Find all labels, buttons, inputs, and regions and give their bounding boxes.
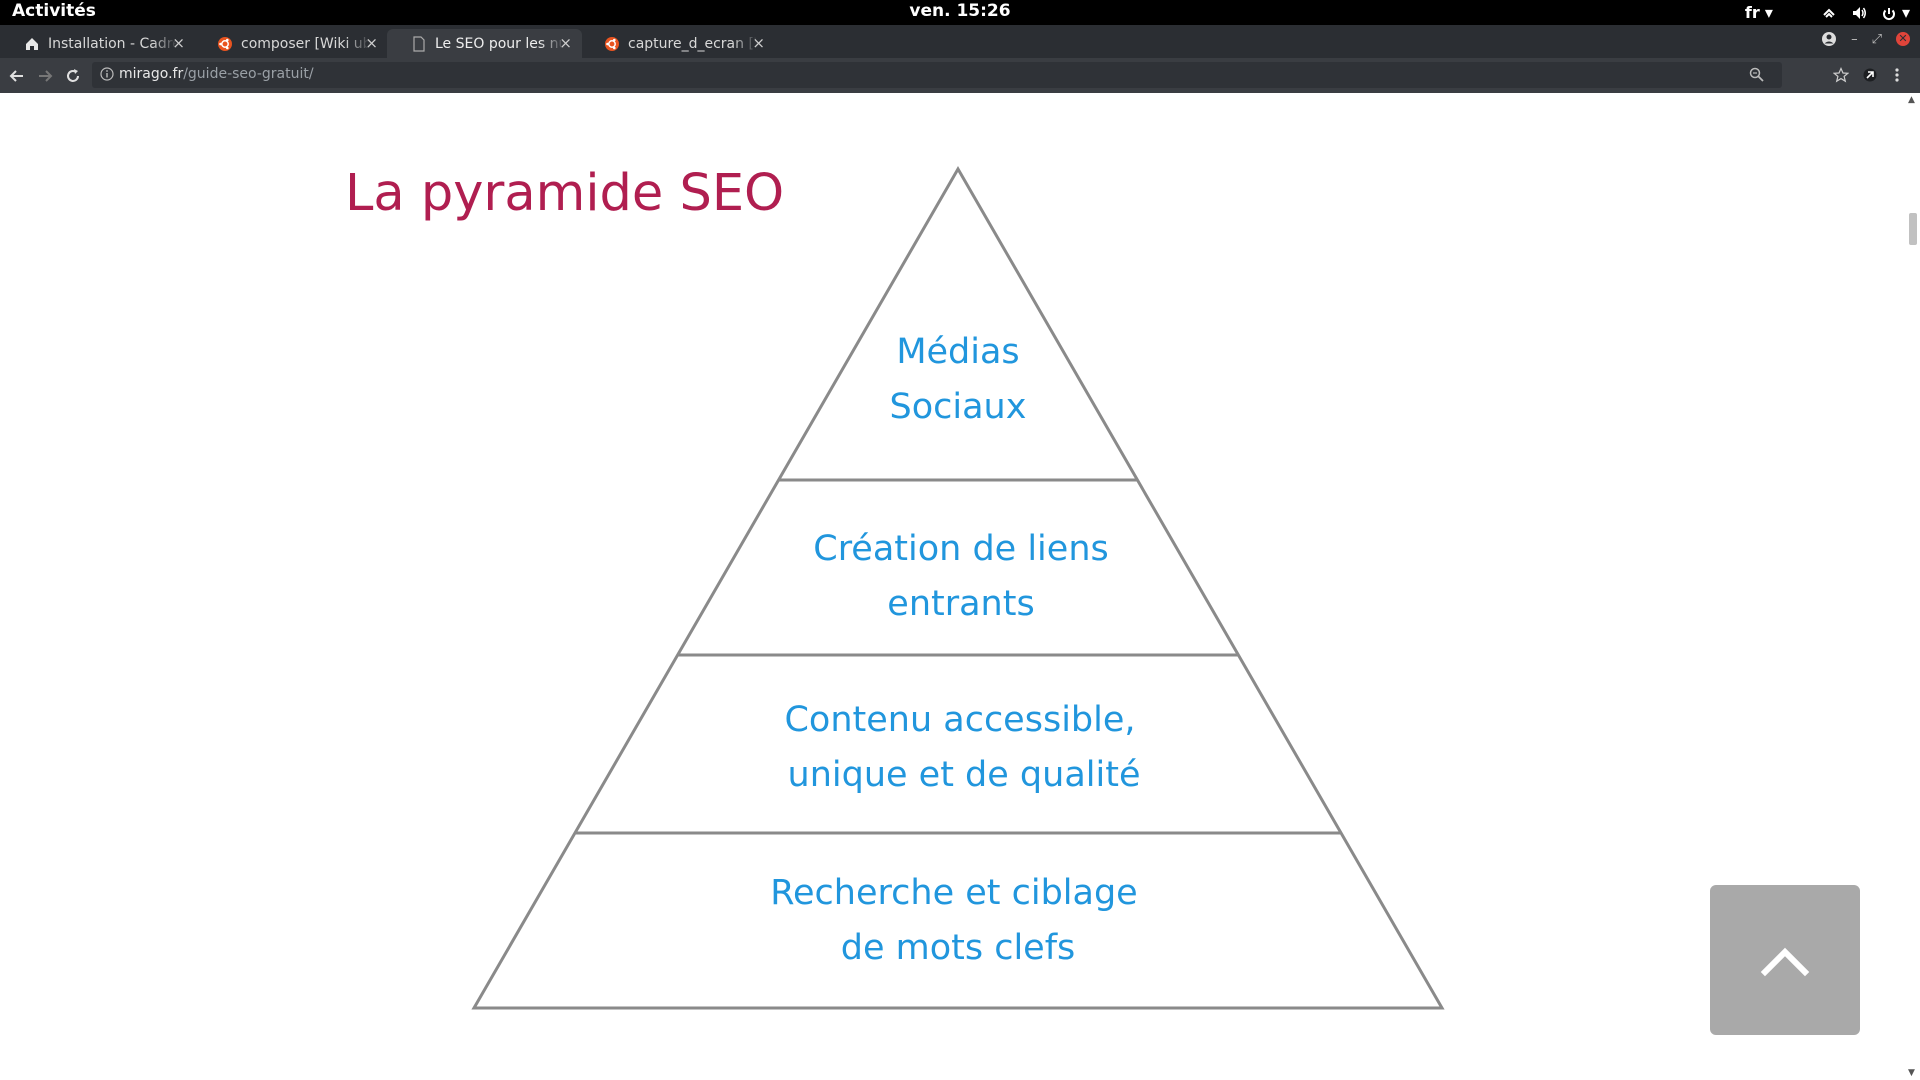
page-viewport: La pyramide SEO Médias Sociaux Création … <box>0 93 1905 1080</box>
clock[interactable]: ven. 15:26 <box>0 1 1920 21</box>
pyramid-level-3-line-2: unique et de qualité <box>788 755 1141 795</box>
window-controls: – ⤢ ✕ <box>1821 31 1910 47</box>
tab-close-icon[interactable]: × <box>365 34 378 52</box>
arrow-left-icon <box>9 70 23 82</box>
language-label: fr <box>1744 3 1760 22</box>
scroll-up-arrow-icon[interactable]: ▲ <box>1908 95 1915 105</box>
chevron-down-icon: ▾ <box>1901 3 1910 22</box>
pyramid-level-3-line-1: Contenu accessible, <box>784 700 1135 740</box>
tab-title: composer [Wiki ubu <box>241 35 371 52</box>
minimize-icon[interactable]: – <box>1851 32 1858 47</box>
back-button[interactable] <box>6 65 28 87</box>
profile-icon[interactable] <box>1821 31 1837 47</box>
volume-icon <box>1852 6 1866 19</box>
ubuntu-favicon-icon <box>217 36 233 52</box>
tab-strip: Installation - Cadre × composer [Wiki ub… <box>0 25 1920 58</box>
ubuntu-favicon-icon <box>604 36 620 52</box>
zoom-icon[interactable] <box>1749 67 1764 82</box>
scroll-down-arrow-icon[interactable]: ▼ <box>1908 1068 1915 1078</box>
info-icon[interactable] <box>100 67 114 81</box>
tab-close-icon[interactable]: × <box>752 34 765 52</box>
close-window-icon[interactable]: ✕ <box>1896 32 1910 46</box>
url-text: mirago.fr/guide-seo-gratuit/ <box>119 66 314 82</box>
extension-icon[interactable] <box>1862 67 1878 83</box>
tab-composer[interactable]: composer [Wiki ubu × <box>193 29 388 58</box>
pyramid-level-4-line-2: de mots clefs <box>841 928 1076 968</box>
tab-close-icon[interactable]: × <box>172 34 185 52</box>
page-favicon-icon <box>411 35 427 52</box>
tab-title: capture_d_ecran [W <box>628 35 758 52</box>
pyramid-level-1-line-2: Sociaux <box>890 387 1027 427</box>
page-scrollbar[interactable]: ▲ ▼ <box>1905 93 1920 1080</box>
tab-title: Le SEO pour les nul <box>435 35 565 52</box>
power-menu[interactable]: ▾ <box>1881 3 1910 22</box>
arrow-right-icon <box>39 70 53 82</box>
tab-capture[interactable]: capture_d_ecran [W × <box>580 29 775 58</box>
browser-toolbar: mirago.fr/guide-seo-gratuit/ <box>0 58 1920 93</box>
url-path: /guide-seo-gratuit/ <box>183 66 314 82</box>
pyramid-level-1-line-1: Médias <box>896 332 1019 372</box>
pyramid-level-2-line-2: entrants <box>887 584 1034 624</box>
tab-installation[interactable]: Installation - Cadre × <box>0 29 195 58</box>
tab-seo-guide[interactable]: Le SEO pour les nul × <box>387 29 582 58</box>
forward-button[interactable] <box>34 65 56 87</box>
reload-icon <box>67 69 79 82</box>
seo-pyramid-diagram: Médias Sociaux Création de liens entrant… <box>471 165 1445 1010</box>
reload-button[interactable] <box>62 65 84 87</box>
language-indicator[interactable]: fr ▾ <box>1745 3 1773 22</box>
url-host: mirago.fr <box>119 66 184 82</box>
bookmark-star-icon[interactable] <box>1833 67 1849 83</box>
pyramid-level-4-line-1: Recherche et ciblage <box>770 873 1137 913</box>
home-favicon-icon <box>24 36 40 52</box>
tab-close-icon[interactable]: × <box>559 34 572 52</box>
kebab-menu-icon[interactable] <box>1894 67 1900 83</box>
system-top-bar: Activités ven. 15:26 fr ▾ ▾ <box>0 0 1920 25</box>
scroll-to-top-button[interactable] <box>1710 885 1860 1035</box>
system-tray[interactable]: fr ▾ ▾ <box>1745 0 1910 25</box>
power-icon <box>1882 7 1895 20</box>
scrollbar-thumb[interactable] <box>1909 213 1917 245</box>
browser-chrome: Installation - Cadre × composer [Wiki ub… <box>0 25 1920 93</box>
chevron-down-icon: ▾ <box>1764 3 1773 22</box>
network-icon <box>1823 8 1835 18</box>
tab-title: Installation - Cadre <box>48 35 178 52</box>
maximize-icon[interactable]: ⤢ <box>1872 32 1882 47</box>
chevron-up-icon <box>1760 947 1810 977</box>
pyramid-level-2-line-1: Création de liens <box>813 529 1108 569</box>
address-bar[interactable]: mirago.fr/guide-seo-gratuit/ <box>92 62 1782 88</box>
